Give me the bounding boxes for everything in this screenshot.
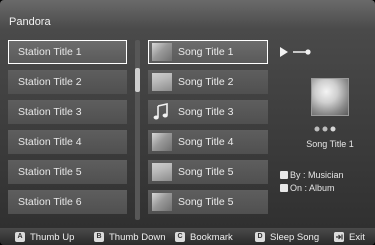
now-playing-title: Song Title 1 [306, 139, 354, 149]
song-item-5[interactable]: Song Title 5 [148, 160, 268, 184]
album-thumb [152, 73, 172, 91]
artist-line: By : Musician [280, 170, 344, 180]
station-label: Station Title 3 [18, 106, 82, 118]
station-label: Station Title 2 [18, 76, 82, 88]
c-key-icon: C [175, 232, 185, 242]
song-item-6[interactable]: Song Title 5 [148, 190, 268, 214]
thumb-down-label: Thumb Down [109, 232, 166, 243]
album-thumb [152, 43, 172, 61]
thumb-up-hint[interactable]: A Thumb Up [15, 232, 74, 243]
sleep-song-hint[interactable]: D Sleep Song [255, 232, 319, 243]
bookmark-label: Bookmark [190, 232, 233, 243]
artist-icon [280, 171, 288, 179]
sleep-song-label: Sleep Song [270, 232, 320, 243]
exit-label: Exit [349, 232, 365, 243]
song-label: Song Title 4 [178, 136, 234, 148]
rating-icons [313, 120, 347, 132]
album-thumb [152, 193, 172, 211]
station-item-2[interactable]: Station Title 2 [8, 70, 127, 94]
station-scrollbar[interactable] [135, 40, 140, 220]
thumb-down-hint[interactable]: B Thumb Down [94, 232, 166, 243]
app-title: Pandora [9, 16, 51, 28]
album-icon [280, 184, 288, 192]
song-label: Song Title 5 [178, 196, 234, 208]
song-label: Song Title 5 [178, 166, 234, 178]
exit-icon [334, 232, 344, 242]
song-item-4[interactable]: Song Title 4 [148, 130, 268, 154]
song-item-3[interactable]: Song Title 3 [148, 100, 268, 124]
song-item-1[interactable]: Song Title 1 [148, 40, 268, 64]
song-label: Song Title 2 [178, 76, 234, 88]
station-label: Station Title 5 [18, 166, 82, 178]
station-item-6[interactable]: Station Title 6 [8, 190, 127, 214]
station-item-3[interactable]: Station Title 3 [8, 100, 127, 124]
album-thumb [152, 133, 172, 151]
album-thumb [152, 163, 172, 181]
play-indicator-icon [280, 45, 320, 59]
a-key-icon: A [15, 232, 25, 242]
song-label: Song Title 3 [178, 106, 234, 118]
song-item-2[interactable]: Song Title 2 [148, 70, 268, 94]
d-key-icon: D [255, 232, 265, 242]
album-text: On : Album [290, 183, 335, 193]
thumb-up-label: Thumb Up [30, 232, 75, 243]
artist-text: By : Musician [290, 170, 344, 180]
station-label: Station Title 1 [18, 46, 82, 58]
bookmark-hint[interactable]: C Bookmark [175, 232, 233, 243]
b-key-icon: B [94, 232, 104, 242]
album-art [311, 78, 349, 116]
key-hint-bar: A Thumb Up B Thumb Down C Bookmark D Sleep S… [0, 228, 375, 245]
album-line: On : Album [280, 183, 335, 193]
station-item-4[interactable]: Station Title 4 [8, 130, 127, 154]
station-label: Station Title 6 [18, 196, 82, 208]
music-note-icon [152, 103, 172, 121]
pandora-screen: Pandora Station Title 1 Station Title 2 … [0, 0, 375, 245]
exit-hint[interactable]: Exit [334, 232, 365, 243]
station-scrollbar-thumb[interactable] [135, 68, 140, 92]
song-label: Song Title 1 [178, 46, 234, 58]
station-item-5[interactable]: Station Title 5 [8, 160, 127, 184]
station-item-1[interactable]: Station Title 1 [8, 40, 127, 64]
station-label: Station Title 4 [18, 136, 82, 148]
